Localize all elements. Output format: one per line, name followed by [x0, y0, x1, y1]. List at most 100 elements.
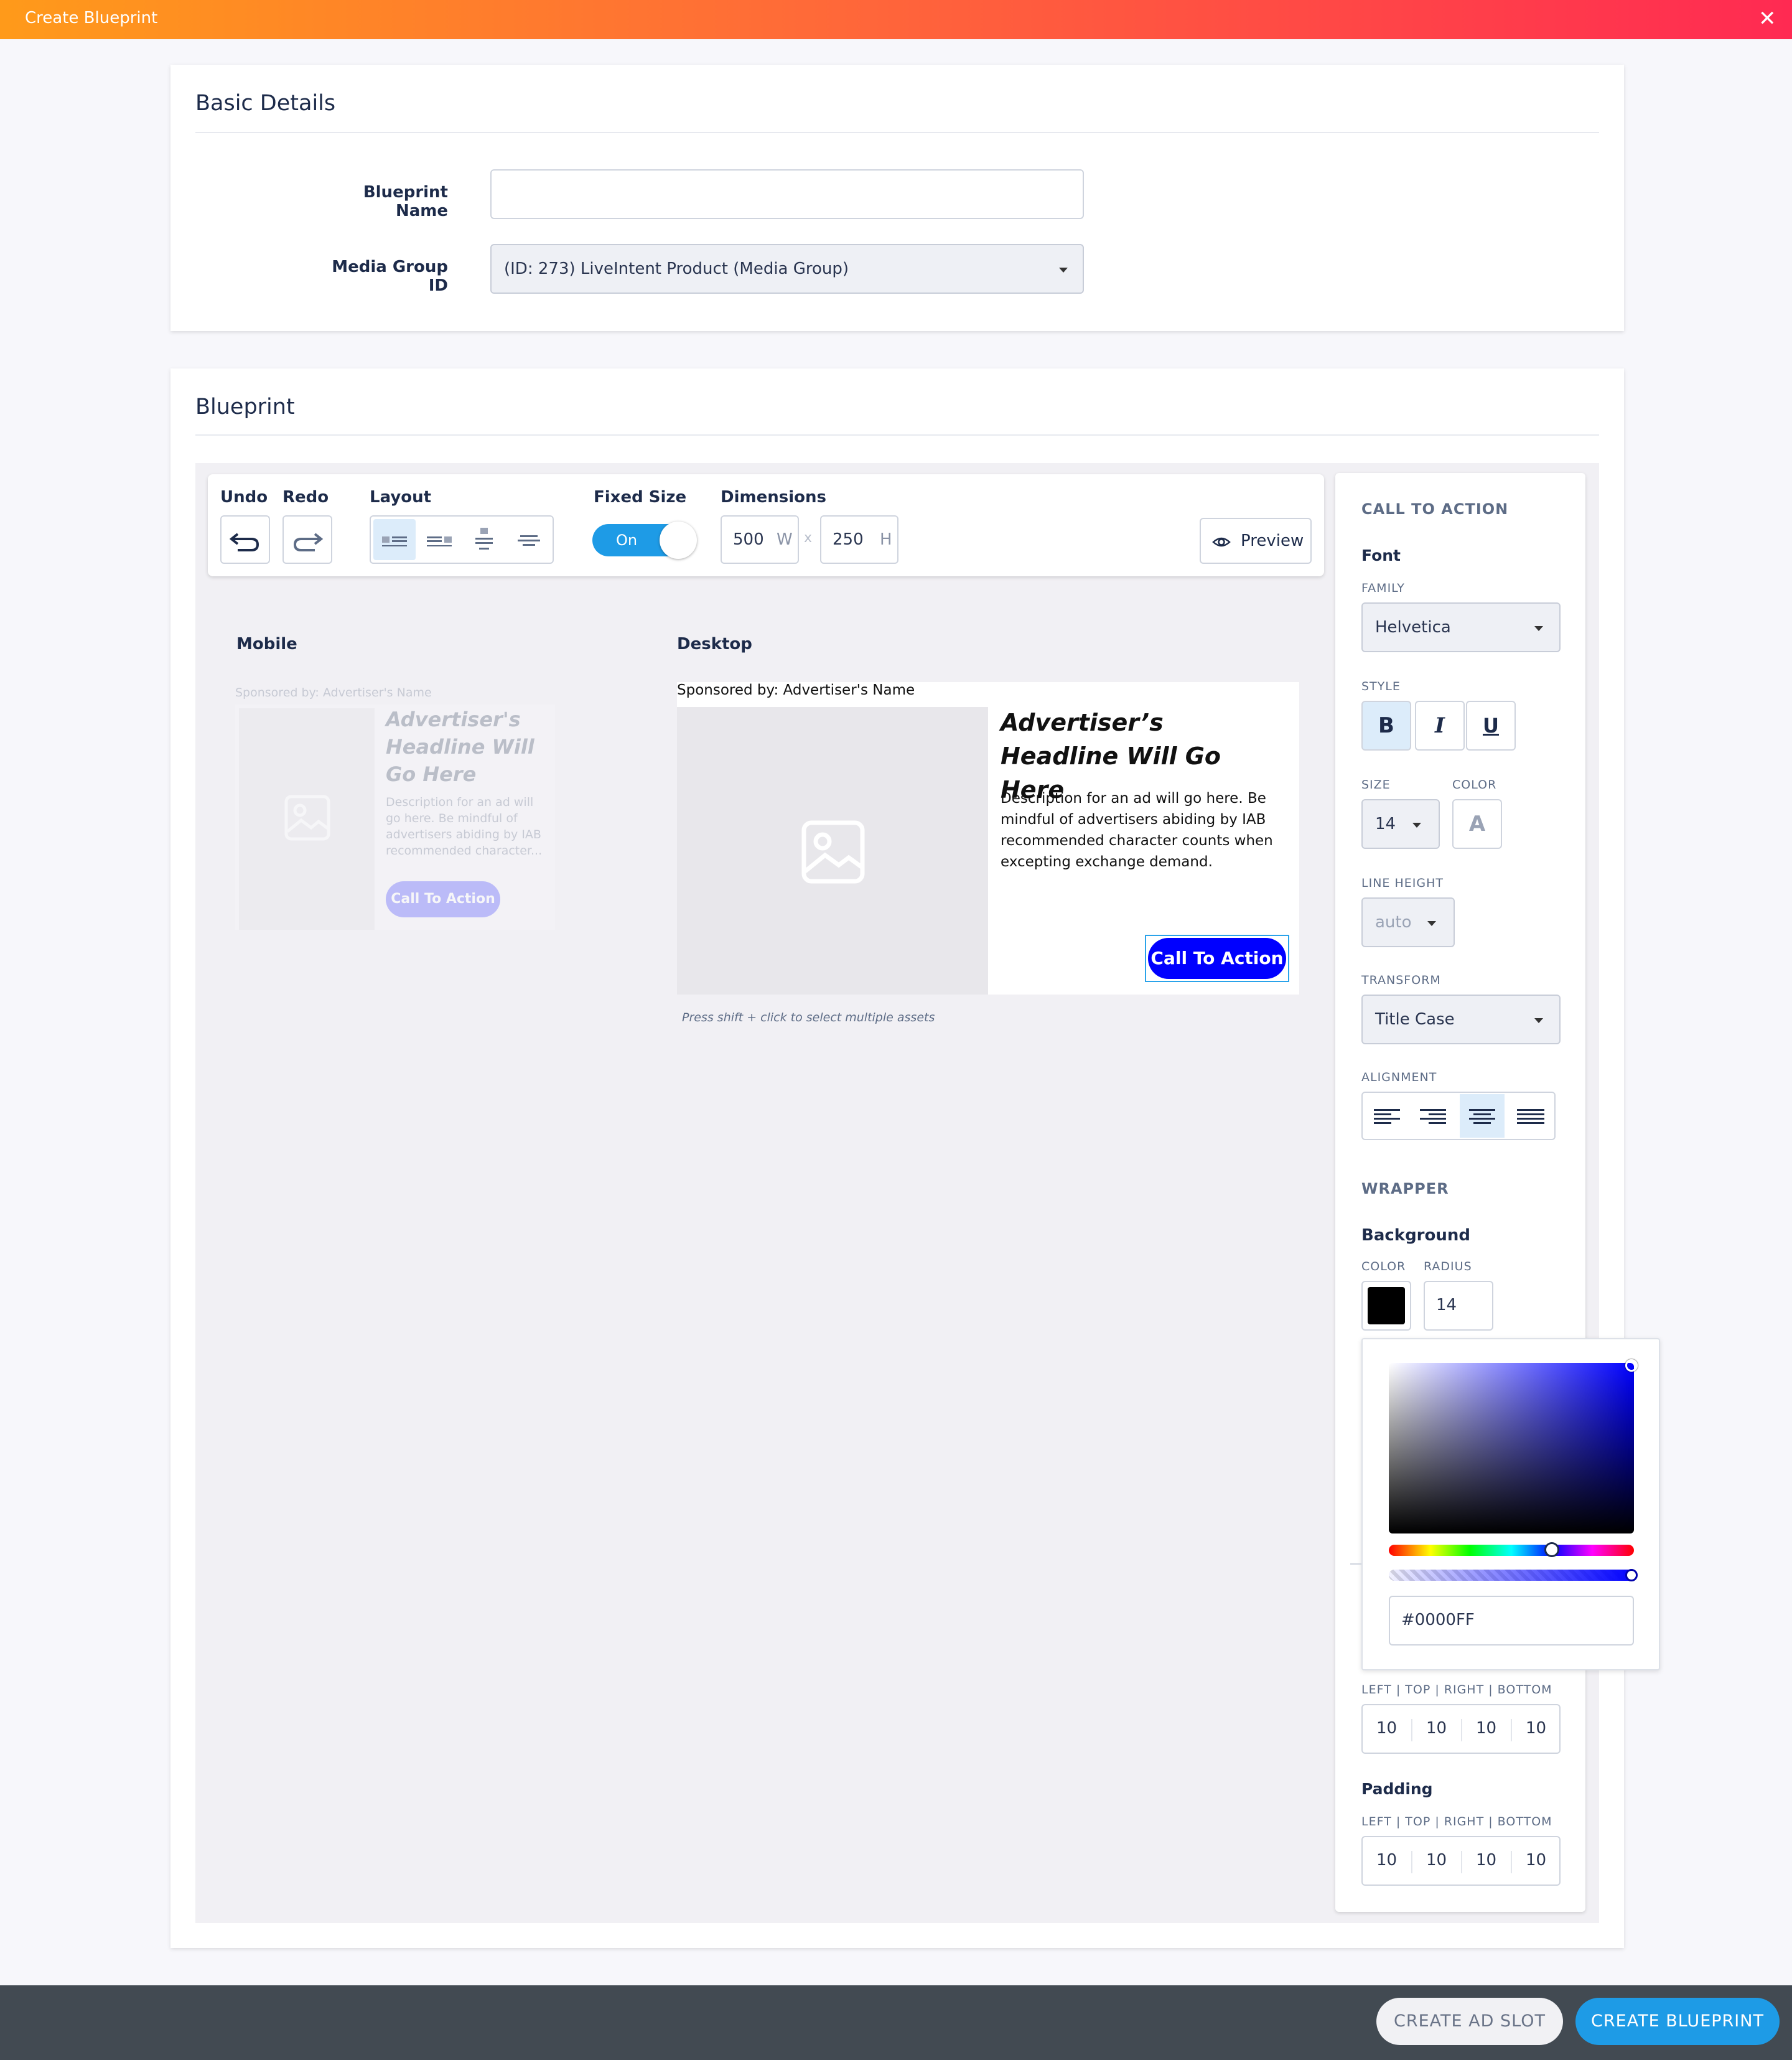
layout-option-top[interactable] — [463, 519, 505, 560]
line-height-value: auto — [1375, 913, 1412, 932]
bold-button[interactable]: B — [1361, 701, 1411, 751]
padding-sides-label: LEFT | TOP | RIGHT | BOTTOM — [1361, 1815, 1552, 1828]
fixed-size-label: Fixed Size — [594, 488, 687, 507]
align-center-button[interactable] — [1460, 1094, 1505, 1138]
align-right-icon — [1420, 1109, 1446, 1124]
basic-details-title: Basic Details — [195, 91, 336, 116]
width-input[interactable]: 500 W — [721, 515, 799, 564]
text-transform-value: Title Case — [1375, 1010, 1455, 1029]
padding-bottom-input[interactable]: 10 — [1526, 1851, 1546, 1870]
desktop-sponsored-text[interactable]: Sponsored by: Advertiser's Name — [677, 682, 915, 698]
blueprint-name-input[interactable] — [490, 169, 1084, 219]
font-color-button[interactable]: A — [1452, 799, 1502, 849]
padding-left-input[interactable]: 10 — [1376, 1851, 1397, 1870]
create-blueprint-button[interactable]: CREATE BLUEPRINT — [1575, 1998, 1780, 2045]
dimensions-label: Dimensions — [721, 488, 826, 507]
layout-group — [370, 515, 554, 564]
media-group-select[interactable]: (ID: 273) LiveIntent Product (Media Grou… — [490, 244, 1084, 294]
height-unit: H — [880, 530, 892, 549]
bg-color-label: COLOR — [1361, 1260, 1406, 1273]
underline-button[interactable]: U — [1466, 701, 1516, 751]
italic-button[interactable]: I — [1415, 701, 1465, 751]
chevron-down-icon — [1059, 268, 1068, 273]
layout-image-left-icon — [382, 536, 407, 546]
color-label: COLOR — [1452, 778, 1497, 792]
undo-button[interactable] — [220, 515, 270, 564]
layout-text-only-icon — [518, 535, 540, 546]
desktop-preview[interactable]: Sponsored by: Advertiser's Name Advertis… — [677, 682, 1299, 995]
eye-icon — [1212, 537, 1231, 547]
mobile-label: Mobile — [236, 635, 297, 653]
text-transform-select[interactable]: Title Case — [1361, 995, 1561, 1044]
margin-sides-label: LEFT | TOP | RIGHT | BOTTOM — [1361, 1683, 1552, 1697]
fixed-size-toggle[interactable]: On — [592, 522, 697, 559]
alignment-group — [1361, 1092, 1556, 1140]
font-title: Font — [1361, 546, 1401, 564]
bg-radius-input[interactable]: 14 — [1424, 1281, 1493, 1331]
height-input[interactable]: 250 H — [820, 515, 898, 564]
align-justify-button[interactable] — [1508, 1094, 1553, 1138]
hex-value: #0000FF — [1401, 1611, 1475, 1629]
font-size-select[interactable]: 14 — [1361, 799, 1440, 849]
dimensions-separator: x — [804, 530, 813, 546]
media-group-label: Media Group ID — [332, 258, 448, 295]
align-right-button[interactable] — [1411, 1094, 1456, 1138]
size-label: SIZE — [1361, 778, 1391, 792]
desktop-image-placeholder[interactable] — [677, 707, 988, 995]
family-label: FAMILY — [1361, 581, 1405, 595]
saturation-handle[interactable] — [1625, 1359, 1638, 1372]
margin-top-input[interactable]: 10 — [1426, 1719, 1447, 1738]
mobile-headline: Advertiser's Headline Will Go Here — [386, 708, 534, 786]
desktop-cta-button[interactable]: Call To Action — [1148, 938, 1286, 979]
create-ad-slot-button[interactable]: CREATE AD SLOT — [1376, 1998, 1563, 2045]
window-title: Create Blueprint — [25, 9, 158, 27]
line-height-select[interactable]: auto — [1361, 897, 1455, 947]
mobile-sponsored-text: Sponsored by: Advertiser's Name — [235, 686, 432, 700]
footer-bar: CREATE AD SLOT CREATE BLUEPRINT — [0, 1985, 1792, 2060]
saturation-area[interactable] — [1389, 1359, 1638, 1533]
margin-right-input[interactable]: 10 — [1476, 1719, 1496, 1738]
wrapper-section-title: WRAPPER — [1361, 1180, 1449, 1197]
preview-button[interactable]: Preview — [1200, 518, 1312, 564]
padding-right-input[interactable]: 10 — [1476, 1851, 1496, 1870]
divider — [1511, 1851, 1512, 1873]
bg-color-swatch-button[interactable] — [1361, 1281, 1411, 1331]
layout-option-left[interactable] — [373, 519, 416, 560]
font-family-select[interactable]: Helvetica — [1361, 602, 1561, 652]
layout-option-text[interactable] — [508, 519, 550, 560]
basic-details-card: Basic Details Blueprint Name Media Group… — [170, 65, 1624, 331]
preview-label: Preview — [1241, 531, 1304, 550]
divider — [195, 132, 1599, 133]
mobile-cta-button[interactable]: Call To Action — [386, 881, 500, 917]
hex-input[interactable]: #0000FF — [1389, 1596, 1634, 1646]
multi-select-hint: Press shift + click to select multiple a… — [682, 1011, 935, 1024]
divider — [1411, 1719, 1412, 1741]
hue-handle[interactable] — [1544, 1542, 1559, 1557]
hue-slider[interactable] — [1389, 1542, 1634, 1557]
font-size-value: 14 — [1375, 815, 1396, 833]
align-left-icon — [1374, 1109, 1400, 1124]
alpha-slider[interactable] — [1389, 1569, 1638, 1581]
margin-left-input[interactable]: 10 — [1376, 1719, 1397, 1738]
mobile-description: Description for an ad will go here. Be m… — [386, 795, 543, 858]
redo-button[interactable] — [282, 515, 332, 564]
bg-color-swatch — [1368, 1287, 1405, 1324]
divider — [195, 434, 1599, 436]
bg-radius-label: RADIUS — [1424, 1260, 1472, 1273]
divider — [1511, 1719, 1512, 1741]
margin-bottom-input[interactable]: 10 — [1526, 1719, 1546, 1738]
cta-section-title: CALL TO ACTION — [1361, 500, 1509, 518]
mobile-preview[interactable]: Sponsored by: Advertiser's Name Advertis… — [235, 686, 555, 930]
alpha-handle[interactable] — [1625, 1569, 1638, 1581]
desktop-description[interactable]: Description for an ad will go here. Be m… — [1001, 788, 1287, 873]
close-icon[interactable]: ✕ — [1758, 6, 1776, 31]
align-left-button[interactable] — [1364, 1094, 1409, 1138]
alignment-label: ALIGNMENT — [1361, 1070, 1437, 1084]
transform-label: TRANSFORM — [1361, 973, 1441, 987]
layout-option-right[interactable] — [418, 519, 460, 560]
chevron-down-icon — [1534, 1018, 1543, 1023]
padding-title: Padding — [1361, 1780, 1433, 1798]
toggle-knob — [660, 522, 697, 559]
mobile-image-placeholder[interactable] — [239, 708, 375, 930]
padding-top-input[interactable]: 10 — [1426, 1851, 1447, 1870]
